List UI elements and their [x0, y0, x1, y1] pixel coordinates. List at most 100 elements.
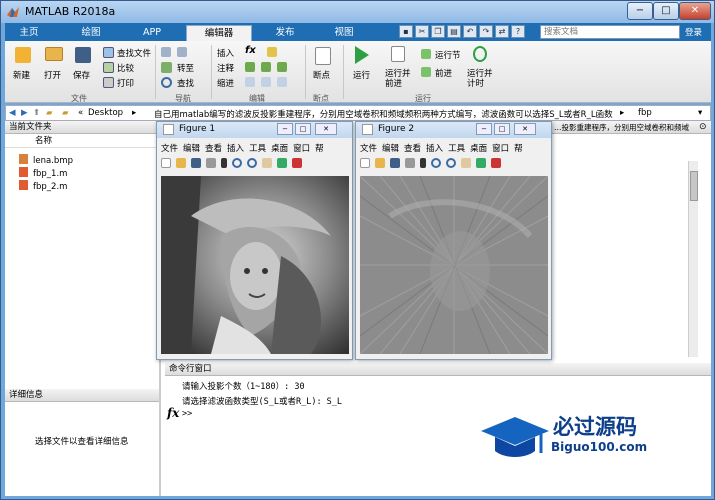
save-icon[interactable]	[191, 158, 201, 168]
find-files-button[interactable]: 查找文件	[117, 47, 151, 59]
menu-tools[interactable]: 工具	[448, 144, 465, 154]
figure-title-bar[interactable]: Figure 2 − □ ✕	[356, 122, 551, 138]
comment-percent-icon[interactable]	[245, 62, 255, 72]
qa-copy-icon[interactable]: ❐	[431, 25, 445, 38]
smart-indent-icon[interactable]	[245, 77, 255, 87]
print-icon[interactable]	[405, 158, 415, 168]
qa-save-icon[interactable]: ▪	[399, 25, 413, 38]
menu-insert[interactable]: 插入	[227, 144, 244, 154]
figure-title-bar[interactable]: Figure 1 − □ ✕	[157, 122, 352, 138]
tab-apps[interactable]: APP	[129, 25, 175, 41]
editor-scrollbar[interactable]	[688, 161, 698, 357]
data-cursor-icon[interactable]	[292, 158, 302, 168]
menu-window[interactable]: 窗口	[492, 144, 509, 154]
login-link[interactable]: 登录	[685, 26, 702, 38]
advance-button[interactable]: 前进	[435, 67, 452, 79]
path-dropdown-icon[interactable]: ▾	[698, 108, 702, 118]
rotate-icon[interactable]	[277, 158, 287, 168]
figure-window-1[interactable]: Figure 1 − □ ✕ 文件 编辑 查看 插入 工具 桌面 窗口帮	[156, 121, 353, 360]
tab-plots[interactable]: 绘图	[69, 25, 113, 41]
save-icon[interactable]	[390, 158, 400, 168]
menu-desktop[interactable]: 桌面	[271, 144, 288, 154]
open-button[interactable]: 打开	[44, 69, 61, 81]
print-button[interactable]: 打印	[117, 77, 134, 89]
indent-button[interactable]: 缩进	[217, 77, 234, 89]
file-list-header[interactable]: 名称	[5, 135, 159, 148]
menu-edit[interactable]: 编辑	[183, 144, 200, 154]
search-docs-input[interactable]: 搜索文档	[540, 25, 680, 39]
new-button[interactable]: 新建	[13, 69, 30, 81]
tab-publish[interactable]: 发布	[257, 25, 313, 41]
command-prompt[interactable]: >>	[182, 409, 192, 419]
save-button[interactable]: 保存	[73, 69, 90, 81]
menu-edit[interactable]: 编辑	[382, 144, 399, 154]
col-name[interactable]: 名称	[35, 136, 52, 146]
nav-back-icon[interactable]	[161, 47, 171, 57]
menu-help[interactable]: 帮	[514, 144, 523, 154]
menu-file[interactable]: 文件	[360, 144, 377, 154]
decrease-indent-icon[interactable]	[277, 77, 287, 87]
zoom-out-icon[interactable]	[446, 158, 456, 168]
qa-switch-icon[interactable]: ⇄	[495, 25, 509, 38]
zoom-out-icon[interactable]	[247, 158, 257, 168]
list-item[interactable]: fbp_2.m	[19, 180, 67, 192]
qa-paste-icon[interactable]: ▤	[447, 25, 461, 38]
figure-minimize-button[interactable]: −	[476, 123, 492, 135]
tab-view[interactable]: 视图	[316, 25, 372, 41]
qa-help-icon[interactable]: ?	[511, 25, 525, 38]
list-item[interactable]: lena.bmp	[19, 154, 73, 166]
run-time-button[interactable]: 运行并 计时	[467, 69, 493, 89]
pan-icon[interactable]	[262, 158, 272, 168]
breakpoints-button[interactable]: 断点	[313, 69, 330, 81]
zoom-in-icon[interactable]	[232, 158, 242, 168]
menu-view[interactable]: 查看	[205, 144, 222, 154]
editor-menu-icon[interactable]: ⊙	[699, 122, 707, 132]
path-desktop[interactable]: Desktop	[88, 108, 123, 118]
path-folder[interactable]: 自己用matlab编写的滤波反投影重建程序，分别用空域卷积和频域频积两种方式编写…	[154, 108, 613, 120]
wrap-comments-icon[interactable]	[277, 62, 287, 72]
pointer-icon[interactable]	[420, 158, 426, 168]
comment-button[interactable]: 注释	[217, 62, 234, 74]
find-button[interactable]: 查找	[177, 77, 194, 89]
tab-home[interactable]: 主页	[9, 25, 49, 41]
pointer-icon[interactable]	[221, 158, 227, 168]
goto-button[interactable]: 转至	[177, 62, 194, 74]
open-icon[interactable]	[375, 158, 385, 168]
rotate-icon[interactable]	[476, 158, 486, 168]
zoom-in-icon[interactable]	[431, 158, 441, 168]
figure-minimize-button[interactable]: −	[277, 123, 293, 135]
scroll-thumb[interactable]	[690, 171, 698, 201]
menu-insert[interactable]: 插入	[426, 144, 443, 154]
run-section-button[interactable]: 运行节	[435, 49, 461, 61]
uncomment-icon[interactable]	[261, 62, 271, 72]
qa-undo-icon[interactable]: ↶	[463, 25, 477, 38]
menu-desktop[interactable]: 桌面	[470, 144, 487, 154]
new-figure-icon[interactable]	[161, 158, 171, 168]
path-leaf[interactable]: fbp	[638, 108, 652, 118]
figure-maximize-button[interactable]: □	[494, 123, 510, 135]
pan-icon[interactable]	[461, 158, 471, 168]
editor-tab[interactable]: …投影重建程序，分别用空域卷积和频域	[550, 121, 711, 134]
nav-forward-icon[interactable]	[177, 47, 187, 57]
menu-tools[interactable]: 工具	[249, 144, 266, 154]
close-button[interactable]: ✕	[679, 2, 711, 20]
insert-button[interactable]: 插入	[217, 47, 234, 59]
fx-icon[interactable]: fx	[167, 406, 179, 420]
up-folder-icon[interactable]: ⬆	[33, 108, 40, 118]
figure-maximize-button[interactable]: □	[295, 123, 311, 135]
tab-editor[interactable]: 编辑器	[186, 25, 252, 41]
figure-close-button[interactable]: ✕	[315, 123, 337, 135]
address-bar[interactable]: ◀ ▶ ⬆ ▰ ▰ « Desktop ▸ 自己用matlab编写的滤波反投影重…	[5, 105, 711, 121]
qa-redo-icon[interactable]: ↷	[479, 25, 493, 38]
compare-button[interactable]: 比较	[117, 62, 134, 74]
figure-window-2[interactable]: Figure 2 − □ ✕ 文件 编辑 查看 插入 工具 桌面 窗口帮	[355, 121, 552, 360]
menu-help[interactable]: 帮	[315, 144, 324, 154]
run-advance-button[interactable]: 运行并 前进	[385, 69, 411, 89]
forward-arrow-icon[interactable]: ▶	[21, 108, 28, 118]
menu-file[interactable]: 文件	[161, 144, 178, 154]
print-icon[interactable]	[206, 158, 216, 168]
data-cursor-icon[interactable]	[491, 158, 501, 168]
open-icon[interactable]	[176, 158, 186, 168]
fx-button[interactable]: fx	[245, 45, 256, 56]
browse-folder-icon[interactable]: ▰	[46, 108, 53, 118]
